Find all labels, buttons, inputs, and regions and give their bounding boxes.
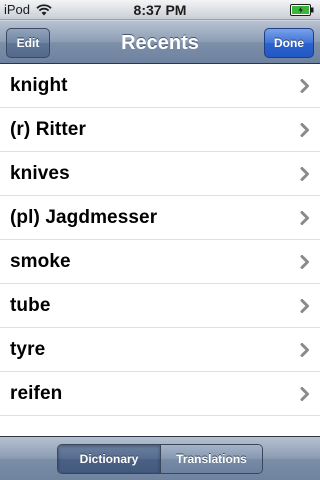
list-item-label: (r) Ritter [10, 118, 86, 140]
list-item-label: tube [10, 294, 51, 316]
chevron-right-icon [300, 122, 309, 137]
status-left: iPod [4, 2, 94, 17]
list-item-label: (pl) Jagdmesser [10, 206, 158, 228]
chevron-right-icon [300, 254, 309, 269]
chevron-right-icon [300, 210, 309, 225]
done-button[interactable]: Done [264, 28, 314, 58]
navigation-bar: Edit Recents Done [0, 20, 320, 64]
segment-translations[interactable]: Translations [160, 444, 262, 473]
list-item[interactable]: knight [0, 64, 320, 108]
bottom-toolbar: Dictionary Translations [0, 436, 320, 480]
chevron-right-icon [300, 386, 309, 401]
list-item[interactable]: smoke [0, 240, 320, 284]
recents-list: knight (r) Ritter knives (pl) Jagdmesser… [0, 64, 320, 436]
segmented-control: Dictionary Translations [57, 443, 263, 474]
list-item-label: knight [10, 74, 68, 96]
chevron-right-icon [300, 78, 309, 93]
list-item-label: reifen [10, 382, 63, 404]
list-item[interactable]: tyre [0, 328, 320, 372]
list-item[interactable]: tube [0, 284, 320, 328]
list-item-label: knives [10, 162, 70, 184]
carrier-label: iPod [4, 2, 31, 17]
list-item[interactable]: (pl) Jagdmesser [0, 196, 320, 240]
list-item-label: tyre [10, 338, 46, 360]
chevron-right-icon [300, 342, 309, 357]
list-item[interactable]: reifen [0, 372, 320, 416]
status-bar: iPod 8:37 PM [0, 0, 320, 20]
wifi-icon [36, 3, 52, 15]
battery-icon [290, 3, 314, 16]
segment-dictionary[interactable]: Dictionary [58, 444, 160, 473]
list-item[interactable]: (r) Ritter [0, 108, 320, 152]
chevron-right-icon [300, 166, 309, 181]
list-item[interactable]: knives [0, 152, 320, 196]
list-item-label: smoke [10, 250, 71, 272]
chevron-right-icon [300, 298, 309, 313]
